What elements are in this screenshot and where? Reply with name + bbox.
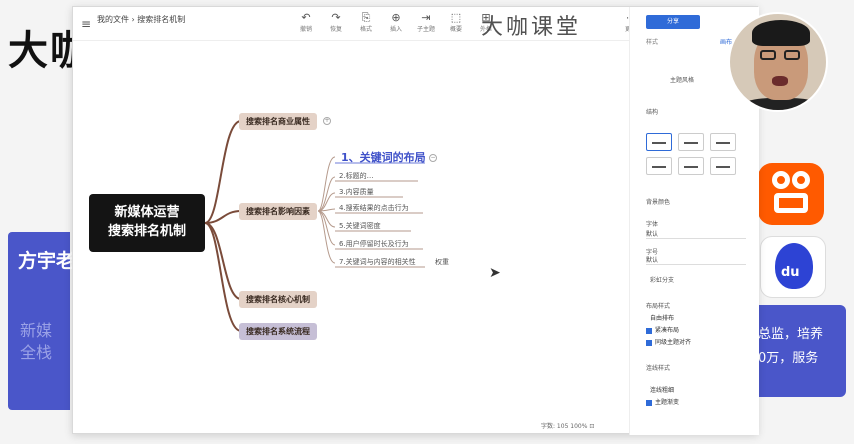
mindmap-canvas[interactable]: 新媒体运营 搜索排名机制 搜索排名商业属性 + 搜索排名影响因素 搜索排名核心机… [73, 41, 629, 433]
insert-button[interactable]: ⊕ 插入 [385, 11, 407, 33]
structure-option[interactable] [710, 133, 736, 151]
summary-button[interactable]: ⬚ 概要 [445, 11, 467, 33]
redo-icon: ↷ [331, 11, 341, 24]
watermark: 大咖课堂 [481, 15, 582, 40]
bio-box: 总监，培养 0万，服务 [752, 305, 846, 397]
presenter-name: 方宇老 [18, 250, 76, 272]
child-topic-label: 子主题 [416, 26, 435, 33]
baidu-icon: du [760, 236, 826, 298]
leaf-tag[interactable]: 权重 [435, 257, 449, 267]
undo-label: 撤销 [299, 26, 312, 33]
insert-icon: ⊕ [391, 11, 401, 24]
root-node[interactable]: 新媒体运营 搜索排名机制 [89, 194, 205, 252]
line-style-label: 连线样式 [646, 365, 671, 372]
align-sibling-checkbox[interactable]: 同级主题对齐 [646, 337, 691, 346]
summary-icon: ⬚ [450, 11, 462, 24]
align-sibling-label: 同级主题对齐 [655, 339, 692, 346]
leaf-node-4[interactable]: 5.关键词密度 [339, 221, 381, 231]
root-line1: 新媒体运营 [114, 205, 180, 220]
free-layout-option[interactable]: 自由排布 [650, 313, 674, 322]
share-button[interactable]: 分享 [646, 15, 700, 29]
size-select[interactable]: 默认 [646, 255, 746, 265]
tab-style[interactable]: 样式 [646, 37, 658, 46]
presenter-desc-line1: 新媒 [20, 321, 53, 340]
leaf-node-1[interactable]: 2.标题的… [339, 171, 374, 181]
format-button[interactable]: ⎘ 格式 [355, 11, 377, 33]
child-topic-icon: ⇥ [421, 11, 431, 24]
layout-style-label: 布局样式 [646, 303, 671, 310]
compact-layout-label: 紧凑布局 [655, 327, 680, 334]
checkbox-icon [646, 327, 652, 334]
structure-option[interactable] [678, 157, 704, 175]
leaf-node-6[interactable]: 7.关键词与内容的相关性 [339, 257, 416, 267]
bio-line2: 0万，服务 [758, 351, 819, 366]
status-bar: 字数: 105 100% ⊡ [541, 423, 595, 430]
presenter-desc: 新媒 全栈 [20, 320, 52, 364]
format-label: 格式 [359, 26, 372, 33]
subtitle-node[interactable]: 1、关键词的布局 [341, 149, 426, 165]
structure-option[interactable] [646, 133, 672, 151]
kuaishou-icon [758, 163, 824, 225]
undo-icon: ↶ [301, 11, 311, 24]
leaf-node-5[interactable]: 6.用户停留时长及行为 [339, 239, 409, 249]
structure-label: 结构 [646, 109, 659, 116]
checkbox-icon [646, 399, 652, 406]
breadcrumb[interactable]: 我的文件 › 搜索排名机制 [97, 14, 185, 25]
webcam-overlay [728, 12, 828, 112]
bio-line1: 总监，培养 [758, 327, 824, 342]
structure-options-row1 [646, 133, 736, 151]
root-line2: 搜索排名机制 [107, 224, 186, 239]
summary-label: 概要 [449, 26, 462, 33]
undo-button[interactable]: ↶ 撤销 [295, 11, 317, 33]
structure-option[interactable] [710, 157, 736, 175]
compact-layout-checkbox[interactable]: 紧凑布局 [646, 325, 679, 334]
theme-gradient-label: 主题渐变 [655, 399, 680, 406]
leaf-node-3[interactable]: 4.搜索结果的点击行为 [339, 203, 409, 213]
bg-color-label: 背景颜色 [646, 199, 671, 206]
branch-node-2[interactable]: 搜索排名影响因素 [239, 203, 317, 220]
theme-gradient-checkbox[interactable]: 主题渐变 [646, 397, 679, 406]
branch-node-4[interactable]: 搜索排名系统流程 [239, 323, 317, 340]
presenter-desc-line2: 全栈 [20, 343, 53, 362]
presenter-card: 方宇老 新媒 全栈 [8, 232, 75, 410]
rainbow-branch-label[interactable]: 彩虹分支 [650, 275, 674, 284]
branch-node-1[interactable]: 搜索排名商业属性 [239, 113, 317, 130]
mouse-cursor-icon: ➤ [489, 265, 501, 281]
checkbox-icon [646, 339, 652, 346]
structure-option[interactable] [646, 157, 672, 175]
leaf-node-2[interactable]: 3.内容质量 [339, 187, 374, 197]
mindmap-editor-window: ≡ 我的文件 › 搜索排名机制 ↶ 撤销 ↷ 恢复 ⎘ 格式 ⊕ 插入 ⇥ 子主题 ⬚ 概要… [72, 6, 759, 435]
format-icon: ⎘ [361, 11, 371, 24]
tool-group: ↶ 撤销 ↷ 恢复 ⎘ 格式 ⊕ 插入 ⇥ 子主题 ⬚ 概要 ⊞ 外框 [295, 11, 497, 33]
font-label: 字体 [646, 221, 659, 228]
redo-label: 恢复 [329, 26, 342, 33]
line-width-option[interactable]: 连线粗细 [650, 385, 674, 394]
expand-icon[interactable]: + [323, 117, 331, 125]
structure-options-row2 [646, 157, 736, 175]
menu-icon[interactable]: ≡ [81, 17, 91, 31]
theme-label[interactable]: 主题风格 [670, 75, 694, 84]
baidu-icon-label: du [781, 265, 800, 280]
font-select[interactable]: 默认 [646, 229, 746, 239]
collapse-icon[interactable]: − [429, 154, 437, 162]
branch-node-3[interactable]: 搜索排名核心机制 [239, 291, 317, 308]
insert-label: 插入 [389, 26, 402, 33]
child-topic-button[interactable]: ⇥ 子主题 [415, 11, 437, 33]
redo-button[interactable]: ↷ 恢复 [325, 11, 347, 33]
structure-option[interactable] [678, 133, 704, 151]
